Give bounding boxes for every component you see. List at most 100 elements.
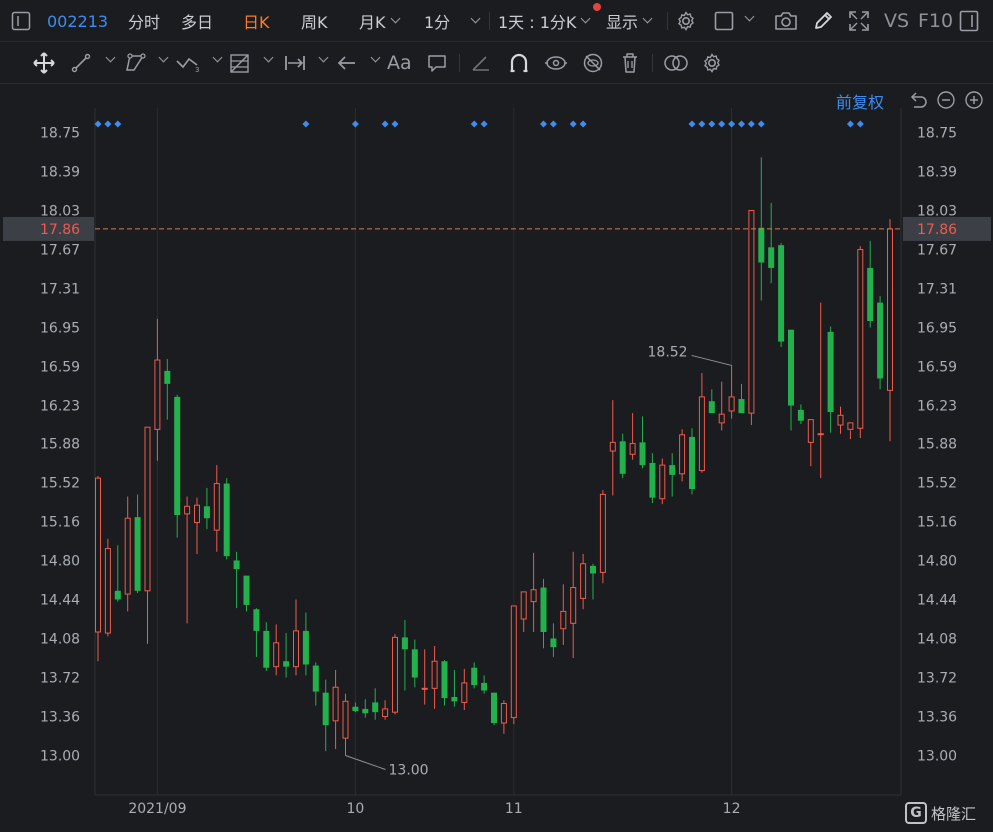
candle-down	[491, 692, 497, 726]
sidebar-toggle-icon[interactable]	[10, 11, 32, 31]
window-icon[interactable]	[958, 10, 980, 32]
candle-body	[847, 422, 854, 430]
candle-up	[95, 475, 101, 662]
candle-body	[392, 636, 398, 713]
candle-down	[372, 688, 379, 720]
candle-body	[807, 419, 814, 443]
candle-up	[194, 497, 200, 554]
display-select[interactable]: 显示	[606, 0, 653, 42]
candle-body	[322, 692, 329, 726]
angle-icon[interactable]	[470, 52, 492, 74]
expand-icon[interactable]	[847, 9, 871, 33]
comment-icon[interactable]	[426, 52, 448, 74]
tab-monthly-k[interactable]: 月K	[359, 0, 400, 42]
y-tick-label-right: 15.52	[917, 475, 957, 491]
low-annotation-label: 13.00	[389, 763, 429, 779]
range-select[interactable]: 1天 : 1分K	[498, 0, 591, 42]
candle-down	[619, 433, 626, 479]
y-tick-label-right: 13.72	[917, 670, 957, 686]
candle-body	[887, 228, 893, 391]
y-tick-label-left: 16.23	[40, 399, 80, 415]
trash-icon[interactable]	[619, 51, 641, 75]
chevron-down-icon[interactable]	[318, 52, 329, 63]
candle-up	[807, 419, 814, 467]
y-tick-label-left: 16.59	[40, 360, 80, 376]
candle-down	[164, 358, 171, 420]
chevron-down-icon[interactable]	[212, 52, 223, 63]
vs-button[interactable]: VS	[884, 0, 909, 42]
candle-body	[857, 249, 864, 429]
candle-body	[401, 637, 408, 650]
chevron-down-icon	[470, 13, 481, 24]
candles	[95, 157, 893, 756]
candle-body	[738, 399, 745, 414]
candle-down	[590, 563, 596, 600]
candle-up	[293, 599, 299, 676]
text-tool[interactable]: Aa	[387, 42, 412, 84]
candle-body	[520, 591, 527, 620]
y-tick-label-right: 16.23	[917, 399, 957, 415]
y-tick-label-right: 17.67	[917, 243, 957, 259]
x-tick-label: 12	[723, 801, 741, 817]
arrow-left-icon[interactable]	[335, 52, 359, 74]
tab-daily-k[interactable]: 日K	[243, 0, 270, 42]
event-marker-diamond	[738, 120, 745, 128]
candle-body	[411, 649, 418, 678]
interval-select[interactable]: 1分	[424, 0, 481, 42]
candle-body	[203, 506, 210, 519]
chevron-down-icon[interactable]	[370, 52, 381, 63]
candle-body	[233, 560, 240, 570]
chart-grid	[94, 108, 902, 796]
chevron-down-icon[interactable]	[263, 52, 274, 63]
measure-range-icon[interactable]	[282, 52, 308, 74]
candle-body	[144, 426, 151, 592]
fib-grid-icon[interactable]	[228, 51, 252, 75]
overlap-icon[interactable]	[662, 52, 690, 74]
polyline-tool-icon[interactable]	[123, 52, 147, 74]
pencil-icon[interactable]	[811, 9, 835, 33]
wave-tool-icon[interactable]: 3	[174, 52, 202, 74]
event-marker-diamond	[569, 120, 577, 128]
candle-up	[560, 584, 567, 645]
candle-up	[382, 700, 389, 720]
move-crosshair-icon[interactable]	[31, 50, 57, 76]
event-marker-diamond	[470, 120, 478, 128]
candlestick-chart[interactable]: 18.75 18.7518.39 18.3918.03 18.0317.67 17.67…	[0, 84, 993, 832]
tab-intraday[interactable]: 分时	[128, 0, 160, 42]
visibility-icon[interactable]	[543, 51, 569, 75]
settings-icon[interactable]	[700, 51, 724, 75]
candle-up	[332, 669, 339, 749]
y-tick-label-left: 14.80	[40, 553, 80, 569]
y-tick-label-left: 13.72	[40, 670, 80, 686]
stock-code[interactable]: 002213	[47, 0, 108, 42]
candle-body	[451, 696, 458, 702]
chevron-down-icon[interactable]	[744, 11, 755, 22]
hide-icon[interactable]	[581, 51, 605, 75]
chevron-down-icon[interactable]	[158, 52, 169, 63]
tab-multi-day[interactable]: 多日	[181, 0, 213, 42]
time-axis: 2021/09 10 11 12	[128, 801, 740, 817]
candle-body	[748, 210, 755, 414]
interval-label: 1分	[424, 13, 451, 32]
chevron-down-icon[interactable]	[105, 52, 116, 63]
line-tool-icon[interactable]	[70, 52, 92, 74]
event-marker-diamond	[757, 120, 765, 128]
settings-gear-icon[interactable]	[674, 9, 698, 33]
magnet-icon[interactable]	[507, 51, 531, 75]
candle-down	[451, 669, 458, 707]
candle-down	[708, 389, 715, 414]
y-tick-label-right: 14.80	[917, 553, 957, 569]
candle-down	[411, 639, 418, 688]
candle-down	[223, 478, 230, 560]
candle-body	[312, 665, 319, 692]
f10-button[interactable]: F10	[918, 0, 953, 42]
candle-down	[134, 494, 141, 593]
tab-weekly-k[interactable]: 周K	[301, 0, 328, 42]
candle-body	[827, 331, 834, 413]
x-tick-label: 10	[346, 801, 364, 817]
camera-icon[interactable]	[773, 10, 799, 32]
candle-body	[491, 692, 497, 723]
candle-body	[718, 413, 725, 424]
candle-body	[609, 441, 616, 452]
square-layout-icon[interactable]	[713, 10, 735, 32]
